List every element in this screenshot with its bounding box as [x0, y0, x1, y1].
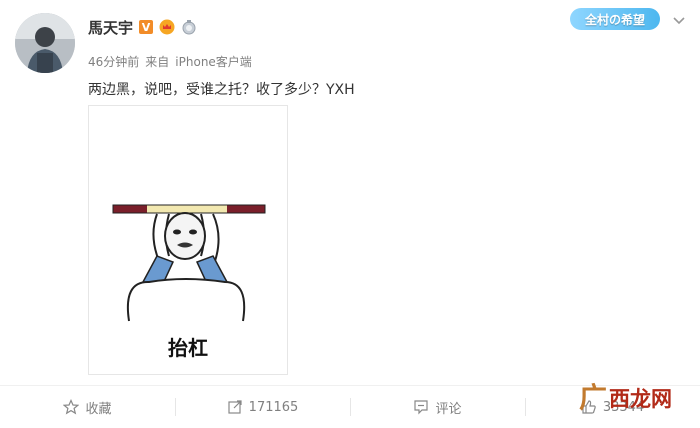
username-row: 馬天宇 V	[88, 16, 197, 38]
username[interactable]: 馬天宇	[88, 17, 133, 38]
avatar[interactable]	[15, 13, 75, 73]
meme-figure-icon	[112, 204, 266, 322]
post-source[interactable]: iPhone客户端	[175, 53, 252, 70]
site-watermark: 广 西龙网	[579, 383, 672, 413]
medal-icon[interactable]	[181, 19, 197, 35]
post-text: 两边黑，说吧，受谁之托？收了多少？YXH	[88, 82, 355, 98]
hope-badge-banner[interactable]: 全村の希望	[570, 8, 660, 30]
repost-button[interactable]: 171165	[175, 386, 350, 428]
weibo-post: 馬天宇 V 全村の希望 46分钟前 来自 iPhone客户端 两边黑，说吧，受谁…	[0, 0, 700, 427]
vip-crown-icon[interactable]	[159, 19, 175, 35]
watermark-leaf: 广	[578, 381, 607, 414]
post-image[interactable]: 抬杠	[88, 105, 288, 375]
comment-button[interactable]: 评论	[350, 386, 525, 428]
comment-icon	[414, 400, 429, 415]
source-prefix: 来自	[145, 55, 170, 69]
watermark-text: 西龙网	[609, 387, 672, 411]
repost-icon	[228, 400, 242, 414]
repost-count: 171165	[248, 399, 299, 415]
comment-label: 评论	[435, 401, 462, 417]
chevron-down-icon[interactable]	[671, 13, 687, 29]
post-time[interactable]: 46分钟前	[88, 53, 139, 70]
post-meta: 46分钟前 来自 iPhone客户端	[88, 53, 252, 70]
avatar-photo-icon	[15, 13, 75, 73]
favorite-label: 收藏	[85, 401, 112, 417]
meme-caption: 抬杠	[168, 336, 208, 360]
star-icon	[63, 399, 80, 415]
favorite-button[interactable]: 收藏	[0, 386, 175, 428]
verified-badge-icon[interactable]: V	[139, 20, 154, 34]
